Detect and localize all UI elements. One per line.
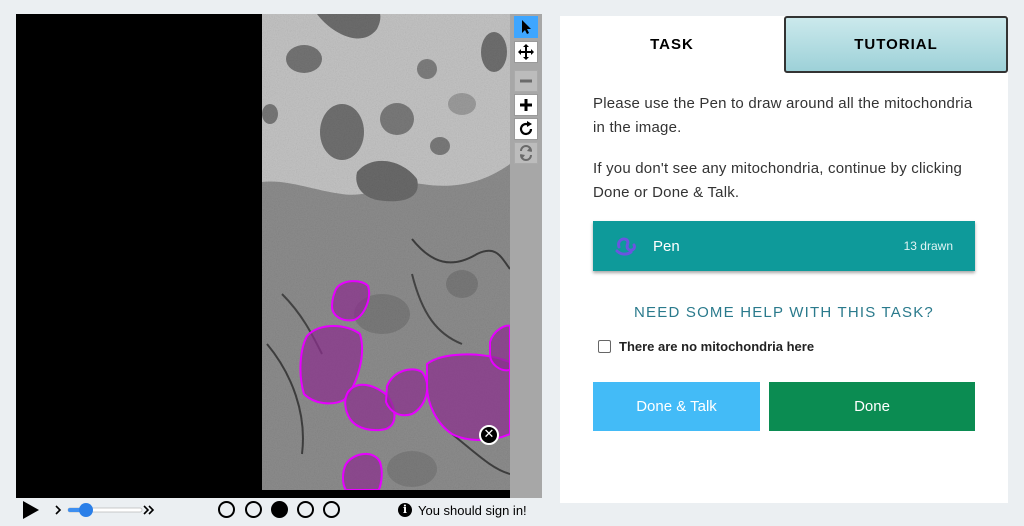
no-mitochondria-checkbox[interactable] [598,340,611,353]
pen-tool-button[interactable]: Pen 13 drawn [593,221,975,271]
pen-drawn-count: 13 drawn [903,239,953,253]
frame-dot-3[interactable] [271,501,288,518]
no-mitochondria-option[interactable]: There are no mitochondria here [598,339,814,354]
signin-text: You should sign in! [418,502,527,518]
task-panel: TASK TUTORIAL Please use the Pen to draw… [560,16,1008,503]
task-instruction: Please use the Pen to draw around all th… [593,95,973,136]
move-icon[interactable] [514,41,538,63]
tab-task[interactable]: TASK [560,16,784,72]
viewer-toolbar [510,14,542,498]
frame-dot-1[interactable] [218,501,235,518]
tab-tutorial[interactable]: TUTORIAL [784,16,1008,73]
frame-dot-2[interactable] [245,501,262,518]
delete-mark-icon[interactable]: ✕ [479,425,499,445]
pen-tool-icon [615,237,636,256]
rotate-icon[interactable] [514,118,538,140]
task-instruction-secondary: If you don't see any mitochondria, conti… [593,160,963,201]
pen-tool-label: Pen [653,237,680,255]
zoom-out-icon[interactable] [514,70,538,92]
image-viewer[interactable]: ✕ [16,14,542,498]
frame-dot-4[interactable] [297,501,314,518]
image-canvas[interactable]: ✕ [16,14,510,498]
signin-notice: i You should sign in! [398,501,527,519]
help-link[interactable]: NEED SOME HELP WITH THIS TASK? [560,304,1008,321]
done-button[interactable]: Done [769,382,975,431]
microscopy-image [262,14,510,490]
play-icon[interactable] [20,499,42,521]
speed-slider[interactable] [54,501,160,519]
frame-dot-5[interactable] [323,501,340,518]
reset-icon[interactable] [514,142,538,164]
no-mitochondria-label: There are no mitochondria here [619,339,815,354]
info-icon: i [398,503,412,517]
pointer-icon[interactable] [514,16,538,38]
zoom-in-icon[interactable] [514,94,538,116]
done-and-talk-button[interactable]: Done & Talk [593,382,760,431]
